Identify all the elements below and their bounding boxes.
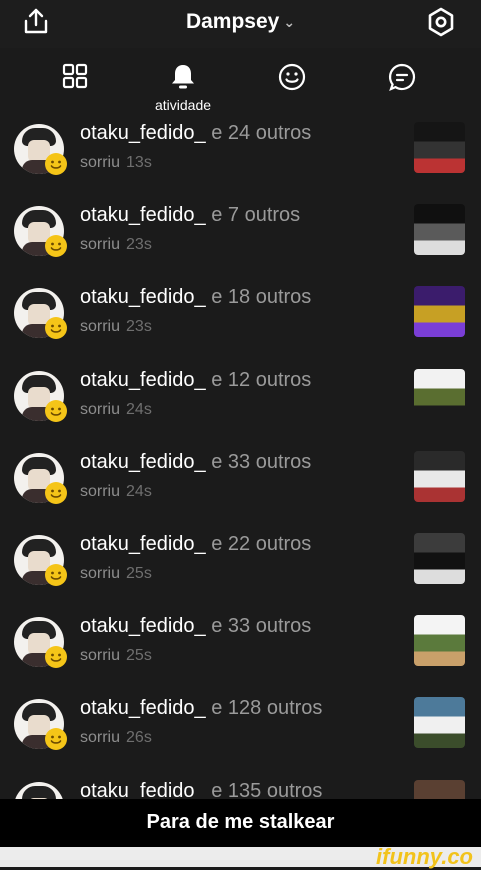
- activity-time: 25s: [126, 647, 152, 664]
- username[interactable]: otaku_fedido_: [80, 697, 206, 719]
- others-count: e 7 outros: [205, 204, 301, 226]
- post-thumbnail[interactable]: [414, 533, 465, 584]
- username[interactable]: otaku_fedido_: [80, 286, 206, 308]
- activity-subtitle: sorriu 23s: [80, 318, 152, 336]
- activity-row[interactable]: otaku_fedido_ e 12 outros sorriu 24s: [0, 365, 481, 447]
- activity-action: sorriu: [80, 483, 121, 500]
- activity-title[interactable]: otaku_fedido_ e 33 outros: [80, 451, 311, 474]
- activity-subtitle: sorriu 26s: [80, 729, 152, 747]
- account-name: Dampsey: [185, 10, 280, 33]
- activity-row[interactable]: otaku_fedido_ e 33 outros sorriu 25s: [0, 611, 481, 693]
- activity-title[interactable]: otaku_fedido_ e 24 outros: [80, 122, 311, 145]
- activity-action: sorriu: [80, 154, 121, 171]
- smiley-badge-icon: [45, 317, 67, 339]
- activity-action: sorriu: [80, 647, 121, 664]
- others-count: e 128 outros: [205, 697, 323, 719]
- activity-time: 25s: [126, 565, 152, 582]
- smiley-badge-icon: [45, 646, 67, 668]
- tab-messages[interactable]: [362, 56, 442, 118]
- post-thumbnail[interactable]: [414, 451, 465, 502]
- smiley-badge-icon: [45, 400, 67, 422]
- activity-subtitle: sorriu 25s: [80, 565, 152, 583]
- activity-title[interactable]: otaku_fedido_ e 33 outros: [80, 615, 311, 638]
- smiley-icon: [278, 63, 306, 91]
- activity-row[interactable]: otaku_fedido_ e 18 outros sorriu 23s: [0, 282, 481, 364]
- top-bar: Dampsey ⌄: [0, 0, 481, 48]
- activity-time: 26s: [126, 729, 152, 746]
- tab-label-activity: atividade: [154, 97, 212, 113]
- meme-caption-bar: Para de me stalkear: [0, 799, 481, 847]
- username[interactable]: otaku_fedido_: [80, 451, 206, 473]
- post-thumbnail[interactable]: [414, 697, 465, 748]
- activity-action: sorriu: [80, 236, 121, 253]
- bell-icon: [172, 65, 194, 89]
- username[interactable]: otaku_fedido_: [80, 533, 206, 555]
- activity-row[interactable]: otaku_fedido_ e 22 outros sorriu 25s: [0, 529, 481, 611]
- smiley-badge-icon: [45, 482, 67, 504]
- tab-feed[interactable]: [35, 56, 115, 118]
- post-thumbnail[interactable]: [414, 286, 465, 337]
- activity-action: sorriu: [80, 729, 121, 746]
- activity-action: sorriu: [80, 401, 121, 418]
- smiley-badge-icon: [45, 235, 67, 257]
- tab-smiles[interactable]: [252, 56, 332, 118]
- username[interactable]: otaku_fedido_: [80, 204, 206, 226]
- ifunny-watermark: ifunny.co: [376, 844, 473, 869]
- settings-icon[interactable]: [425, 6, 457, 38]
- post-thumbnail[interactable]: [414, 369, 465, 420]
- tab-bar: atividade: [0, 56, 481, 118]
- activity-subtitle: sorriu 13s: [80, 154, 152, 172]
- watermark-bar: ifunny.co: [0, 844, 481, 869]
- chat-icon: [388, 63, 416, 91]
- post-thumbnail[interactable]: [414, 615, 465, 666]
- activity-title[interactable]: otaku_fedido_ e 7 outros: [80, 204, 300, 227]
- activity-title[interactable]: otaku_fedido_ e 128 outros: [80, 697, 322, 720]
- username[interactable]: otaku_fedido_: [80, 369, 206, 391]
- activity-time: 13s: [126, 154, 152, 171]
- activity-action: sorriu: [80, 318, 121, 335]
- smiley-badge-icon: [45, 153, 67, 175]
- username[interactable]: otaku_fedido_: [80, 122, 206, 144]
- activity-row[interactable]: otaku_fedido_ e 7 outros sorriu 23s: [0, 200, 481, 282]
- others-count: e 24 outros: [205, 122, 312, 144]
- activity-time: 24s: [126, 401, 152, 418]
- activity-time: 23s: [126, 236, 152, 253]
- meme-caption: Para de me stalkear: [146, 811, 335, 833]
- activity-subtitle: sorriu 25s: [80, 647, 152, 665]
- activity-time: 23s: [126, 318, 152, 335]
- activity-row[interactable]: otaku_fedido_ e 24 outros sorriu 13s: [0, 118, 481, 200]
- others-count: e 18 outros: [205, 286, 312, 308]
- activity-action: sorriu: [80, 565, 121, 582]
- others-count: e 33 outros: [205, 615, 312, 637]
- post-thumbnail[interactable]: [414, 122, 465, 173]
- activity-subtitle: sorriu 24s: [80, 401, 152, 419]
- chevron-down-icon: ⌄: [283, 13, 296, 30]
- smiley-badge-icon: [45, 564, 67, 586]
- activity-time: 24s: [126, 483, 152, 500]
- others-count: e 33 outros: [205, 451, 312, 473]
- others-count: e 22 outros: [205, 533, 312, 555]
- account-switcher[interactable]: Dampsey ⌄: [0, 10, 481, 34]
- activity-title[interactable]: otaku_fedido_ e 12 outros: [80, 369, 311, 392]
- grid-icon: [62, 63, 88, 89]
- activity-subtitle: sorriu 24s: [80, 483, 152, 501]
- activity-row[interactable]: otaku_fedido_ e 33 outros sorriu 24s: [0, 447, 481, 529]
- activity-title[interactable]: otaku_fedido_ e 22 outros: [80, 533, 311, 556]
- smiley-badge-icon: [45, 728, 67, 750]
- tab-activity[interactable]: atividade: [143, 56, 223, 118]
- activity-subtitle: sorriu 23s: [80, 236, 152, 254]
- post-thumbnail[interactable]: [414, 204, 465, 255]
- username[interactable]: otaku_fedido_: [80, 615, 206, 637]
- activity-row[interactable]: otaku_fedido_ e 128 outros sorriu 26s: [0, 693, 481, 775]
- activity-title[interactable]: otaku_fedido_ e 18 outros: [80, 286, 311, 309]
- others-count: e 12 outros: [205, 369, 312, 391]
